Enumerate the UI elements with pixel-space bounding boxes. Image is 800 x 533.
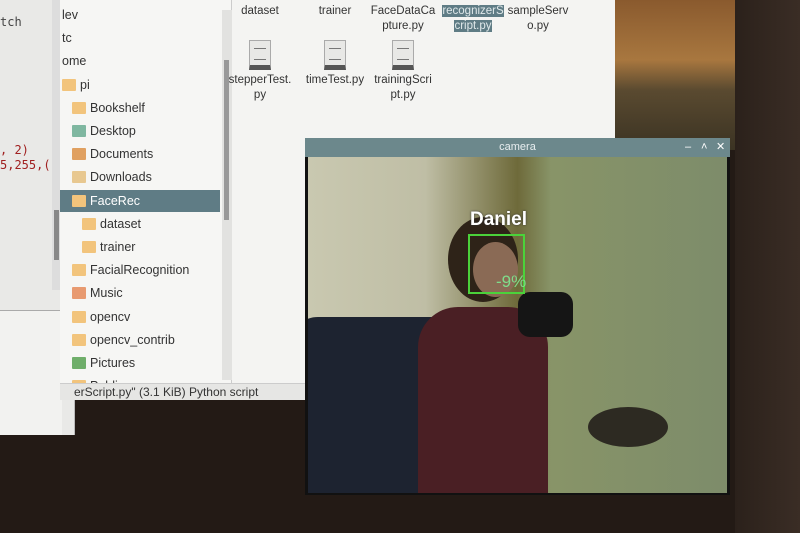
python-file-icon [249, 40, 271, 70]
tree-item[interactable]: trainer [60, 236, 220, 258]
file-item[interactable]: sampleServ o.py [502, 4, 574, 34]
file-item[interactable]: trainer [299, 4, 371, 19]
tree-item-label: pi [80, 77, 90, 92]
recognized-name: Daniel [470, 209, 528, 230]
tree-item-label: trainer [100, 240, 136, 254]
tree-item-label: dataset [100, 216, 142, 231]
desktop-wallpaper [610, 0, 740, 150]
camera-feed: Daniel -9% [308, 157, 727, 493]
window-title: camera [499, 141, 536, 153]
tree-item-label: Desktop [90, 124, 136, 138]
folder-icon [82, 217, 96, 230]
tree-item[interactable]: FacialRecognition [60, 259, 220, 281]
file-label: stepperTest. py [228, 74, 292, 101]
file-item[interactable]: FaceDataCa pture.py [367, 4, 439, 34]
camera-window: camera – ˄ ✕ Daniel -9% [305, 138, 730, 495]
close-button[interactable]: ✕ [716, 138, 725, 157]
file-label: timeTest.py [305, 74, 365, 86]
file-label: trainingScri pt.py [374, 74, 432, 101]
tree-item[interactable]: opencv [60, 306, 220, 328]
minimize-button[interactable]: – [685, 138, 691, 157]
desktop-icon [72, 125, 86, 137]
tree-item-label: ome [62, 54, 87, 69]
file-item[interactable]: dataset [224, 4, 296, 19]
tree-item[interactable]: lev [60, 4, 220, 26]
tree-item[interactable]: Desktop [60, 120, 220, 142]
file-label: dataset [241, 5, 279, 17]
folder-icon [82, 241, 96, 253]
tree-item-label: opencv [90, 309, 131, 324]
tree-item-label: FacialRecognition [90, 263, 190, 278]
folder-icon [72, 333, 86, 346]
file-item[interactable]: recognizerS cript.py [437, 4, 509, 34]
camera-titlebar[interactable]: camera – ˄ ✕ [305, 138, 730, 157]
folder-icon [62, 78, 76, 91]
tree-item-label: Downloads [90, 170, 152, 185]
tree-item[interactable]: tc [60, 27, 220, 49]
tree-item-label: tc [62, 31, 72, 46]
tree-item-label: FaceRec [90, 193, 141, 208]
tree-item[interactable]: ome [60, 50, 220, 72]
tree-item-label: opencv_contrib [90, 332, 175, 347]
folder-tree: lev tc ome pi Bookshelf Desktop Documents Downl… [60, 0, 232, 393]
file-label: recognizerS cript.py [442, 5, 504, 32]
tree-item[interactable]: Bookshelf [60, 97, 220, 119]
file-item[interactable]: stepperTest. py [224, 40, 296, 103]
file-label: trainer [318, 5, 352, 17]
folder-icon [72, 194, 86, 207]
maximize-button[interactable]: ˄ [701, 138, 707, 157]
tree-item-label: Music [90, 286, 123, 301]
confidence-label: -9% [496, 272, 527, 291]
tree-item-label: Pictures [90, 356, 136, 370]
editor-output-pane [0, 310, 62, 435]
pictures-icon [72, 357, 86, 369]
code-line: tch [0, 15, 22, 29]
tree-item-label: lev [62, 8, 78, 22]
tree-item[interactable]: Documents [60, 143, 220, 165]
file-item[interactable]: trainingScri pt.py [367, 40, 439, 103]
tree-item[interactable]: FaceRec [60, 189, 220, 212]
python-file-icon [324, 40, 346, 70]
code-line: , 2) [0, 143, 29, 157]
folder-icon [72, 310, 86, 323]
code-line: 5,255,( [0, 158, 51, 172]
folder-icon [72, 101, 86, 114]
music-icon [72, 287, 86, 300]
file-label: sampleServ o.py [507, 5, 569, 32]
tree-item[interactable]: opencv_contrib [60, 329, 220, 351]
folder-icon [72, 264, 86, 277]
monitor-bezel [735, 0, 800, 533]
tree-item[interactable]: Downloads [60, 166, 220, 188]
file-item[interactable]: timeTest.py [299, 40, 371, 88]
python-file-icon [392, 40, 414, 70]
downloads-icon [72, 171, 86, 184]
tree-item-label: Documents [90, 147, 154, 162]
documents-icon [72, 148, 86, 161]
tree-item[interactable]: Pictures [60, 352, 220, 374]
tree-item[interactable]: dataset [60, 213, 220, 235]
tree-item-label: Bookshelf [90, 100, 145, 115]
file-label: FaceDataCa pture.py [370, 5, 436, 32]
tree-item[interactable]: pi [60, 74, 220, 96]
tree-item[interactable]: Music [60, 282, 220, 304]
